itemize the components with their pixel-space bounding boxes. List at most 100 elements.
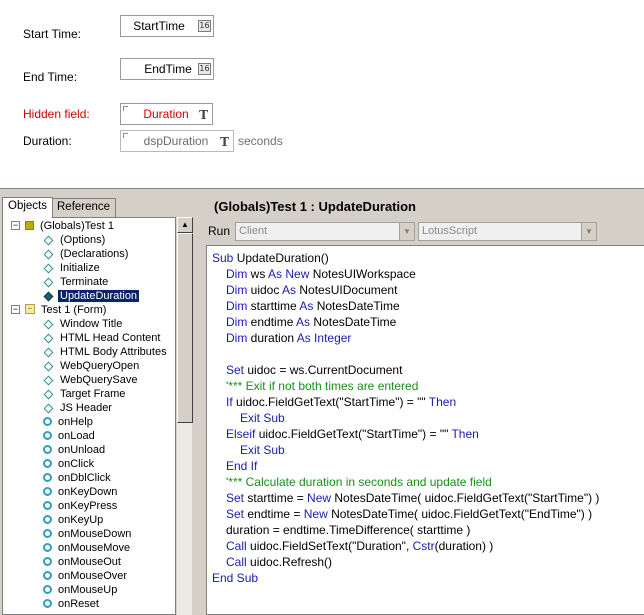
tree-item[interactable]: JS Header (43, 401, 114, 415)
tree-item[interactable]: HTML Body Attributes (43, 345, 169, 359)
tree-item[interactable]: Initialize (43, 261, 102, 275)
tree-item-label: Window Title (60, 318, 123, 330)
display-duration-field[interactable]: dspDuration T (120, 130, 234, 152)
tree-expander-icon[interactable]: − (11, 305, 20, 314)
tree-item-label: Initialize (60, 262, 100, 274)
scroll-up-icon[interactable]: ▲ (177, 217, 193, 233)
tree-item-label: (Globals)Test 1 (40, 220, 114, 232)
chevron-down-icon[interactable]: ▼ (581, 223, 596, 240)
code-keyword: Call (226, 539, 251, 553)
code-text: uidoc = ws.CurrentDocument (247, 363, 403, 377)
tree-item[interactable]: Terminate (43, 275, 110, 289)
code-line: End Sub (212, 570, 258, 586)
circle-icon (43, 557, 52, 566)
code-text: NotesDateTime (313, 315, 397, 329)
tab-objects[interactable]: Objects (2, 197, 53, 218)
code-keyword: Then (451, 427, 479, 441)
duration-label: Duration: (23, 134, 72, 148)
tree-item-label: UpdateDuration (58, 290, 140, 302)
code-text: uidoc.FieldGetText("StartTime") = "" (236, 395, 429, 409)
calendar-icon: 16 (198, 63, 211, 75)
code-text: uidoc.FieldGetText("StartTime") = "" (258, 427, 452, 441)
circle-icon (43, 431, 52, 440)
code-line: Dim ws As New NotesUIWorkspace (226, 266, 416, 282)
tree-item[interactable]: onClick (43, 457, 96, 471)
tree-item[interactable]: UpdateDuration (43, 289, 140, 303)
circle-icon (43, 417, 52, 426)
tree-item[interactable]: onUnload (43, 443, 107, 457)
tree-item-label: onLoad (58, 430, 95, 442)
tree-item[interactable]: HTML Head Content (43, 331, 162, 345)
code-keyword: If (226, 395, 237, 409)
tree-item-label: (Declarations) (60, 248, 129, 260)
code-text: NotesUIDocument (299, 283, 398, 297)
tree-item[interactable]: (Globals)Test 1 (25, 219, 116, 233)
diamond-icon (43, 235, 54, 246)
chevron-down-icon[interactable]: ▼ (399, 223, 414, 240)
tree-item[interactable]: Window Title (43, 317, 124, 331)
code-keyword: As (299, 299, 317, 313)
scroll-thumb[interactable] (177, 233, 193, 423)
tree-item[interactable]: (Declarations) (43, 247, 130, 261)
code-text: uidoc.Refresh() (250, 555, 333, 569)
circle-icon (43, 473, 52, 482)
tree-item[interactable]: onHelp (43, 415, 95, 429)
tree-item[interactable]: onMouseOver (43, 569, 129, 583)
circle-icon (43, 515, 52, 524)
code-keyword: Dim (226, 267, 251, 281)
tree-item-label: onUnload (58, 444, 106, 456)
tree-item[interactable]: onKeyDown (43, 485, 119, 499)
object-tree[interactable]: − (Globals)Test 1 (Options) (Declarations) I… (2, 217, 176, 615)
tree-item-label: onDblClick (58, 472, 111, 484)
tree-expander-icon[interactable]: − (11, 221, 20, 230)
tab-reference[interactable]: Reference (51, 198, 117, 217)
language-select[interactable]: LotusScript ▼ (418, 222, 597, 241)
tree-item[interactable]: WebQueryOpen (43, 359, 141, 373)
code-keyword: Dim (226, 315, 251, 329)
run-target-select[interactable]: Client ▼ (235, 222, 415, 241)
code-line: duration = endtime.TimeDifference( start… (226, 522, 470, 538)
diamond-icon (43, 291, 54, 302)
tree-item[interactable]: onMouseUp (43, 583, 119, 597)
diamond-icon (43, 347, 54, 358)
tree-item[interactable]: onMouseDown (43, 527, 133, 541)
code-comment: '*** Exit if not both times are entered (226, 379, 419, 393)
diamond-icon (43, 361, 54, 372)
language-value: LotusScript (422, 225, 478, 237)
tree-item[interactable]: onLoad (43, 429, 97, 443)
code-comment: '*** Calculate duration in seconds and u… (226, 475, 492, 489)
tree-item[interactable]: Target Frame (43, 387, 127, 401)
code-text: uidoc (250, 283, 283, 297)
code-line: '*** Exit if not both times are entered (226, 378, 418, 394)
hidden-duration-field[interactable]: Duration T (120, 103, 213, 125)
end-time-label: End Time: (23, 70, 78, 84)
tree-item[interactable]: onKeyPress (43, 499, 119, 513)
tree-item[interactable]: onKeyUp (43, 513, 105, 527)
code-text: starttime = (247, 491, 308, 505)
tree-item-label: WebQuerySave (60, 374, 138, 386)
globals-icon (25, 221, 34, 230)
tree-item[interactable]: WebQuerySave (43, 373, 139, 387)
code-keyword: Exit Sub (240, 411, 285, 425)
code-line: Call uidoc.Refresh() (226, 554, 332, 570)
tree-item[interactable]: (Options) (43, 233, 107, 247)
end-time-field[interactable]: EndTime 16 (120, 58, 214, 80)
start-time-field[interactable]: StartTime 16 (120, 15, 214, 37)
tree-item[interactable]: Test 1 (Form) (25, 303, 108, 317)
tree-item[interactable]: onMouseOut (43, 555, 123, 569)
tree-item[interactable]: onDblClick (43, 471, 113, 485)
tree-item-label: onReset (58, 598, 99, 610)
code-editor[interactable]: Sub UpdateDuration() Dim ws As New NotesU… (206, 245, 644, 615)
tree-item[interactable]: onMouseMove (43, 541, 132, 555)
tree-scrollbar[interactable]: ▲ (176, 217, 193, 615)
code-text: uidoc.FieldSetText("Duration", (250, 539, 413, 553)
tree-item[interactable]: onReset (43, 597, 101, 611)
tree-item-label: onClick (58, 458, 95, 470)
circle-icon (43, 501, 52, 510)
code-keyword: Set (226, 507, 248, 521)
run-target-value: Client (239, 225, 268, 237)
circle-icon (43, 487, 52, 496)
code-keyword: Exit Sub (240, 443, 285, 457)
diamond-icon (43, 319, 54, 330)
code-line: Call uidoc.FieldSetText("Duration", Cstr… (226, 538, 493, 554)
